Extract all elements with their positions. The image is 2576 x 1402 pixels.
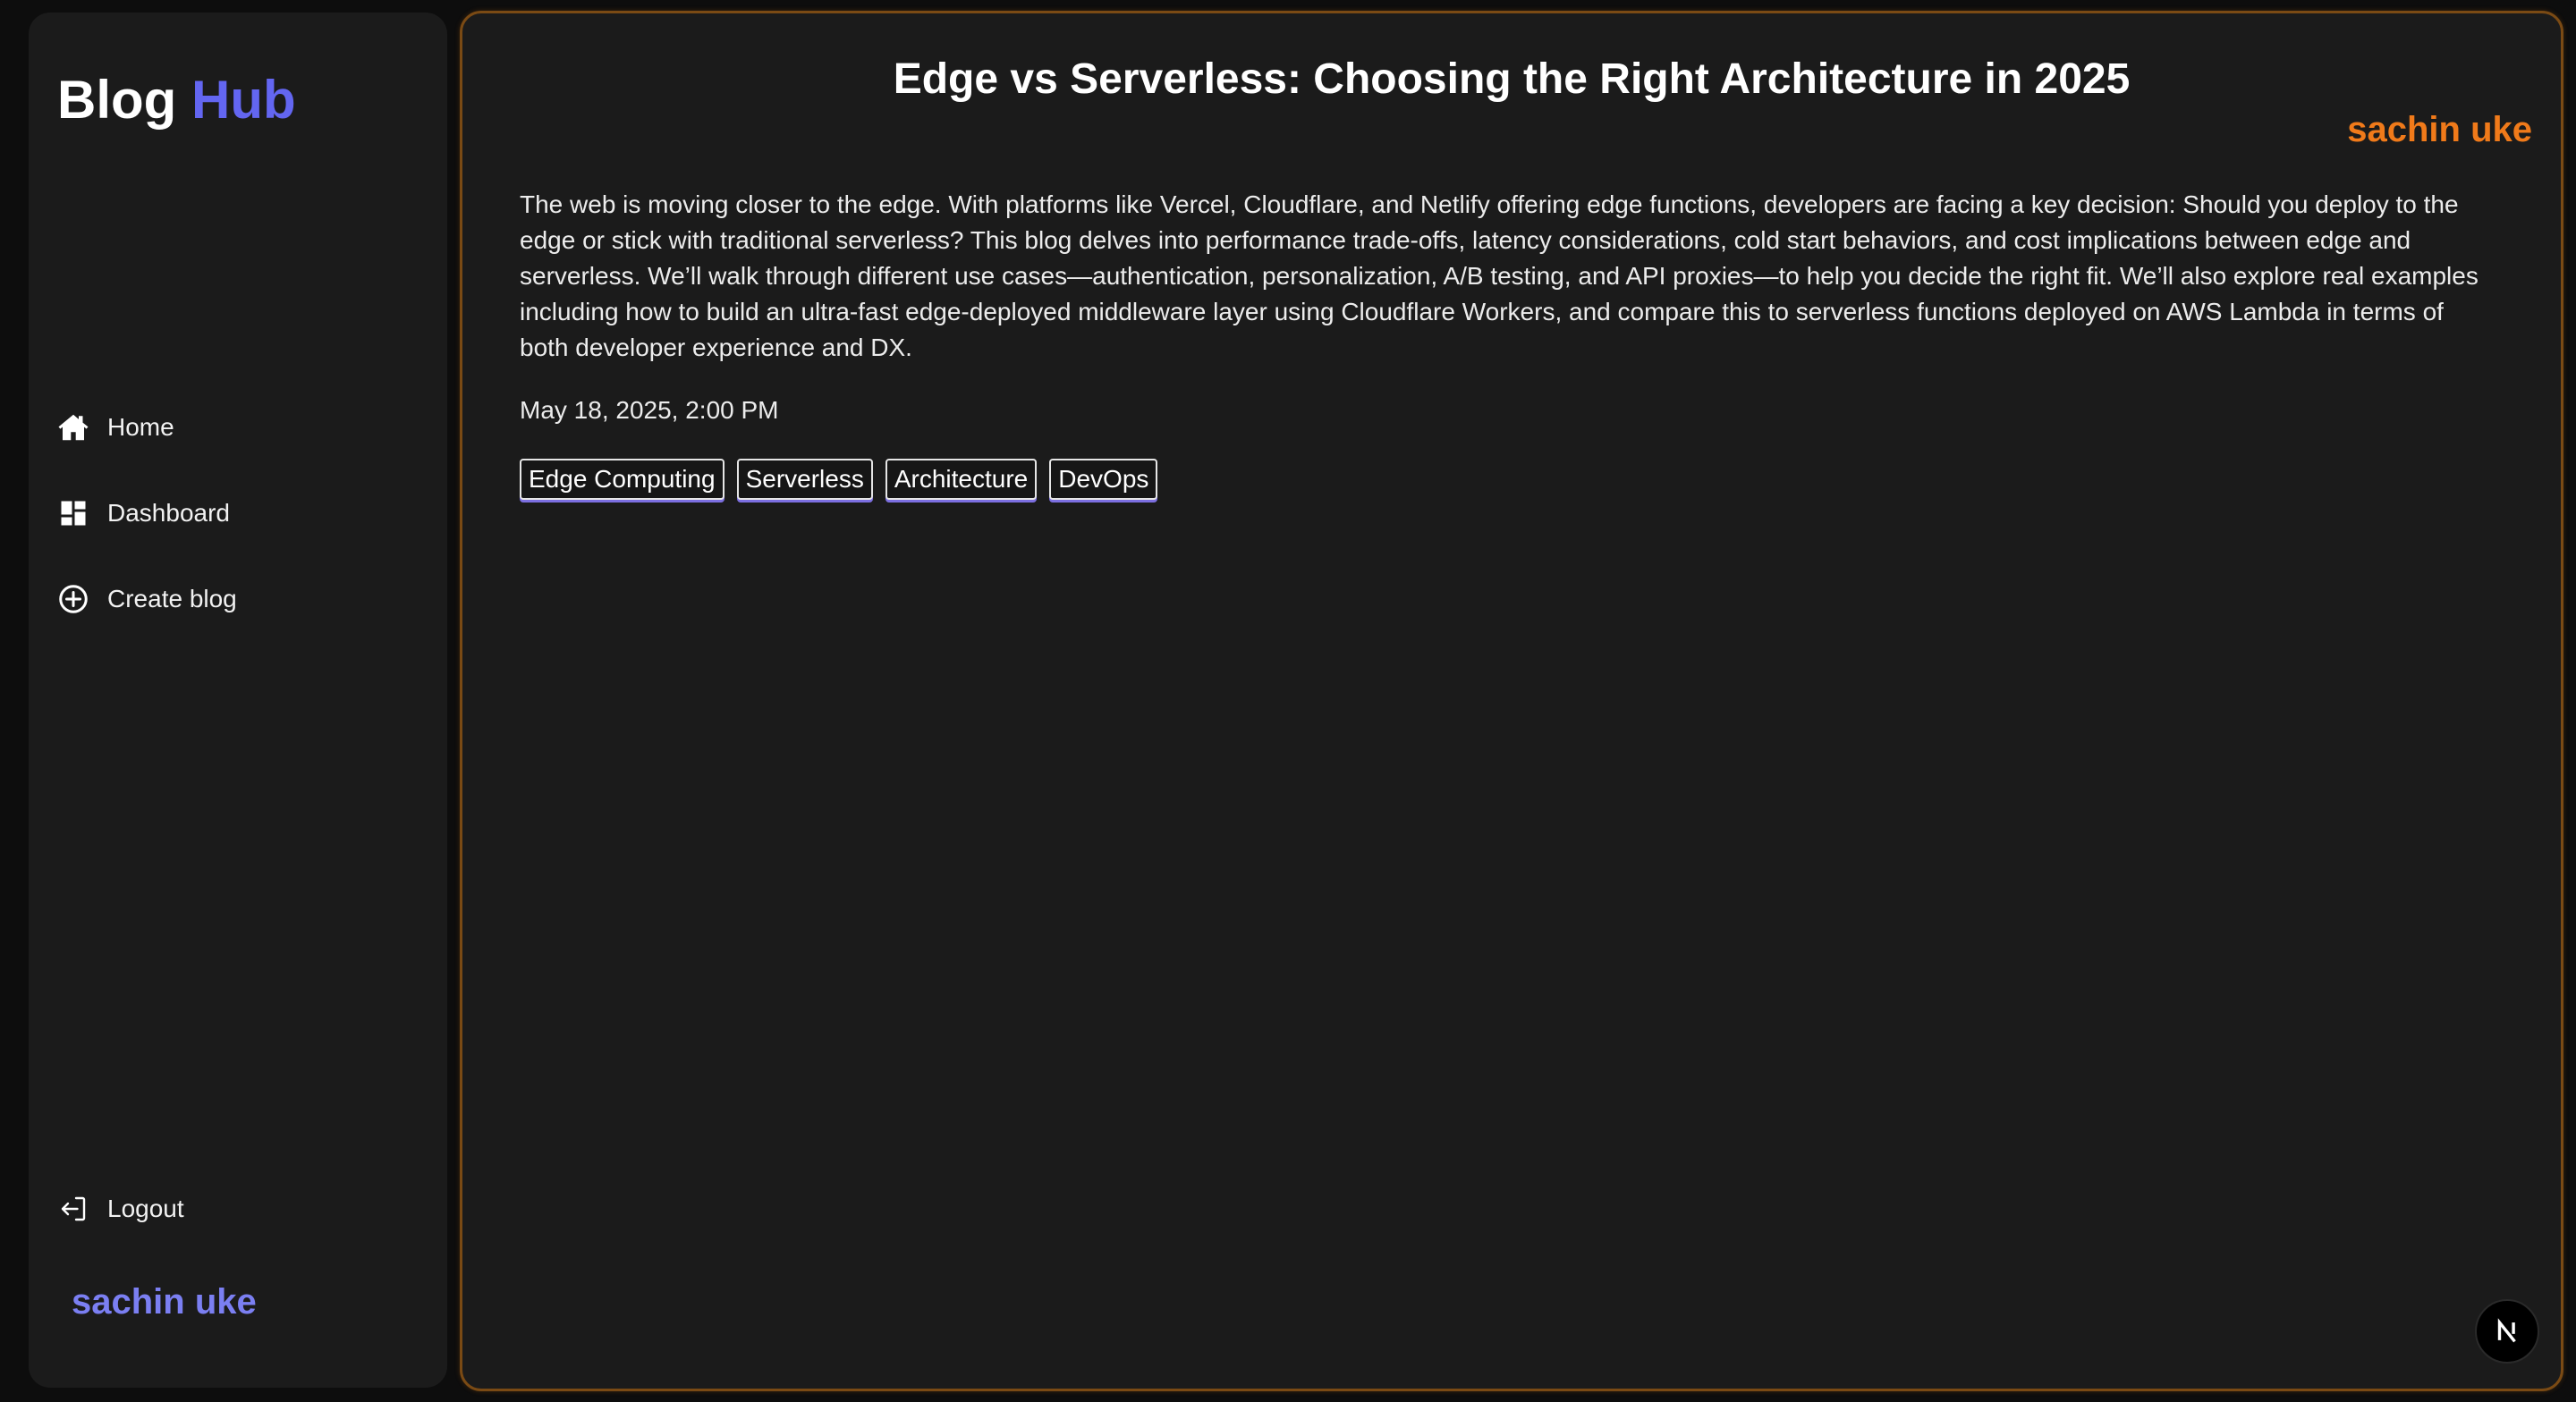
- sidebar-item-label: Create blog: [107, 585, 237, 612]
- sidebar-item-create-blog[interactable]: Create blog: [57, 570, 237, 628]
- post-body: The web is moving closer to the edge. Wi…: [520, 190, 2479, 361]
- sidebar-nav: Home Dashboard Create blog: [57, 399, 237, 656]
- sidebar-item-dashboard[interactable]: Dashboard: [57, 485, 237, 542]
- nextjs-logo-icon: [2492, 1316, 2522, 1347]
- sidebar-item-label: Home: [107, 413, 174, 441]
- sidebar-item-label: Dashboard: [107, 499, 230, 527]
- tag-devops[interactable]: DevOps: [1049, 459, 1158, 500]
- tag-edge-computing[interactable]: Edge Computing: [520, 459, 724, 500]
- brand-name-part2: Hub: [191, 70, 296, 130]
- post-title: Edge vs Serverless: Choosing the Right A…: [893, 55, 2131, 103]
- sidebar-item-home[interactable]: Home: [57, 399, 237, 456]
- home-icon: [57, 411, 89, 443]
- brand-name-part1: Blog: [57, 70, 177, 130]
- post-date: May 18, 2025, 2:00 PM: [520, 396, 779, 424]
- sidebar: Blog Hub Home Dashboard Create blog Logo…: [29, 13, 447, 1388]
- dashboard-icon: [57, 497, 89, 529]
- app-root: Blog Hub Home Dashboard Create blog Logo…: [0, 0, 2576, 1402]
- logout-label: Logout: [107, 1195, 184, 1222]
- brand-logo[interactable]: Blog Hub: [57, 68, 296, 132]
- sidebar-username: sachin uke: [72, 1282, 257, 1322]
- blog-post-panel: Edge vs Serverless: Choosing the Right A…: [460, 11, 2563, 1391]
- post-author[interactable]: sachin uke: [2347, 110, 2532, 150]
- nextjs-devtools-button[interactable]: [2475, 1299, 2539, 1364]
- plus-circle-icon: [57, 583, 89, 615]
- logout-icon: [57, 1193, 89, 1225]
- tag-serverless[interactable]: Serverless: [736, 459, 873, 500]
- tag-list: Edge Computing Serverless Architecture D…: [520, 459, 1158, 500]
- logout-button[interactable]: Logout: [57, 1180, 184, 1237]
- tag-architecture[interactable]: Architecture: [885, 459, 1038, 500]
